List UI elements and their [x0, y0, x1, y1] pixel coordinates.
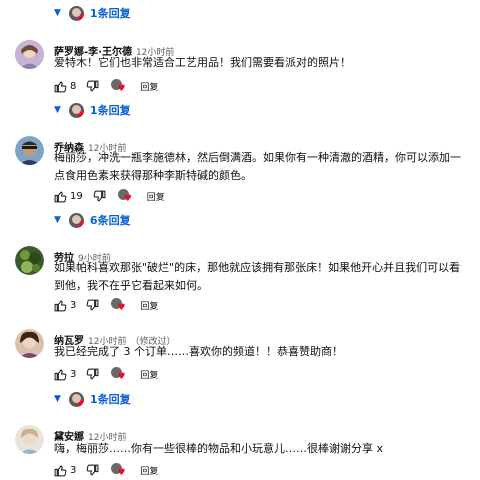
- channel-owner-avatar: [68, 102, 84, 118]
- thumbs-up-icon[interactable]: [54, 368, 67, 381]
- view-replies-button[interactable]: ▼ 1条回复: [54, 390, 131, 408]
- comment-actions: 3 ♥ 回复: [54, 366, 158, 382]
- view-replies-button[interactable]: ▼ 6条回复: [54, 211, 131, 229]
- comment-actions: 8 ♥ 回复: [54, 78, 158, 94]
- comment-text: 嗨，梅丽莎……你有一些很棒的物品和小玩意儿……很棒谢谢分享 x: [54, 442, 384, 455]
- comment-actions: 3 ♥ 回复: [54, 462, 158, 478]
- comment-actions: 19 ♥ 回复: [54, 188, 165, 204]
- creator-heart: ♥: [111, 463, 126, 478]
- replies-count-label: 1条回复: [89, 7, 131, 20]
- chevron-down-icon: ▼: [54, 215, 61, 225]
- avatar[interactable]: [15, 40, 44, 69]
- thumbs-down-icon[interactable]: [86, 464, 99, 477]
- chevron-down-icon: ▼: [54, 8, 61, 18]
- heart-icon: ♥: [117, 84, 126, 94]
- thumbs-up-icon[interactable]: [54, 80, 67, 93]
- thumbs-down-icon[interactable]: [86, 368, 99, 381]
- comment-text: 如果帕科喜欢那张"破烂"的床，那他就应该拥有那张床！如果他开心并且我们可以看到他…: [54, 261, 461, 292]
- avatar[interactable]: [15, 246, 44, 275]
- like-count: 19: [70, 190, 83, 202]
- thumbs-down-icon[interactable]: [93, 190, 106, 203]
- reply-button[interactable]: 回复: [140, 368, 158, 381]
- thumbs-down-icon[interactable]: [86, 299, 99, 312]
- heart-icon: ♥: [117, 468, 126, 478]
- replies-count-label: 1条回复: [89, 393, 131, 406]
- avatar[interactable]: [15, 329, 44, 358]
- like-count: 3: [70, 464, 77, 476]
- avatar[interactable]: [15, 425, 44, 454]
- thumbs-up-icon[interactable]: [54, 190, 67, 203]
- comment-text: 爱特木！它们也非常适合工艺用品！我们需要看派对的照片！: [54, 56, 351, 69]
- like-count: 3: [70, 368, 77, 380]
- thumbs-up-icon[interactable]: [54, 299, 67, 312]
- channel-owner-avatar: [68, 212, 84, 228]
- chevron-down-icon: ▼: [54, 394, 61, 404]
- reply-button[interactable]: 回复: [140, 299, 158, 312]
- like-count: 8: [70, 80, 77, 92]
- comment-actions: 3 ♥ 回复: [54, 297, 158, 313]
- channel-owner-avatar: [68, 391, 84, 407]
- channel-owner-avatar: [68, 5, 84, 21]
- reply-button[interactable]: 回复: [140, 80, 158, 93]
- replies-count-label: 6条回复: [89, 214, 131, 227]
- chevron-down-icon: ▼: [54, 105, 61, 115]
- creator-heart: ♥: [117, 189, 132, 204]
- comment-text: 梅丽莎，冲洗一瓶李施德林，然后倒满酒。如果你有一种清澈的酒精，你可以添加一点食用…: [54, 151, 461, 182]
- reply-button[interactable]: 回复: [140, 464, 158, 477]
- view-replies-button[interactable]: ▼ 1条回复: [54, 4, 131, 22]
- thumbs-down-icon[interactable]: [86, 80, 99, 93]
- avatar[interactable]: [15, 136, 44, 165]
- like-count: 3: [70, 299, 77, 311]
- creator-heart: ♥: [111, 79, 126, 94]
- heart-icon: ♥: [117, 372, 126, 382]
- thumbs-up-icon[interactable]: [54, 464, 67, 477]
- heart-icon: ♥: [123, 194, 132, 204]
- replies-count-label: 1条回复: [89, 104, 131, 117]
- reply-button[interactable]: 回复: [147, 190, 165, 203]
- view-replies-button[interactable]: ▼ 1条回复: [54, 101, 131, 119]
- comment-text: 我已经完成了 3 个订单……喜欢你的频道！！恭喜赞助商！: [54, 345, 343, 358]
- heart-icon: ♥: [117, 303, 126, 313]
- creator-heart: ♥: [111, 298, 126, 313]
- creator-heart: ♥: [111, 367, 126, 382]
